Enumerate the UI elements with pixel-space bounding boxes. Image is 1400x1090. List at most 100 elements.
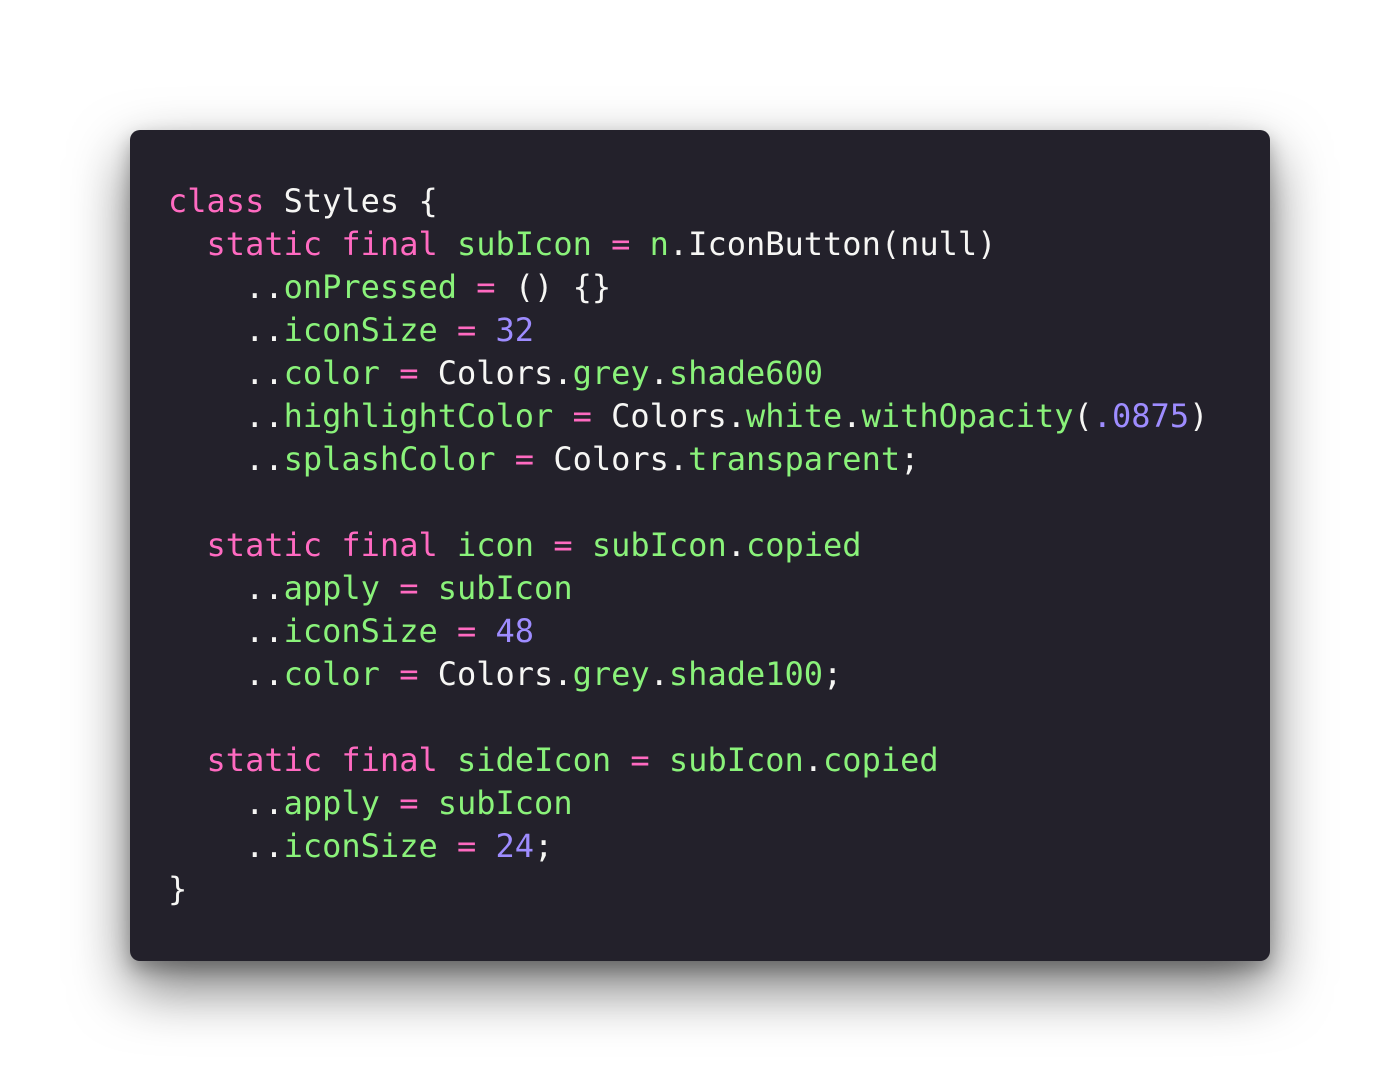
blank-code-line	[168, 481, 1270, 524]
code-token: withOpacity	[861, 397, 1074, 435]
code-token: grey	[572, 354, 650, 392]
code-block: class Styles { static final subIcon = n.…	[168, 180, 1270, 911]
code-token: class	[168, 182, 265, 220]
code-token: .0875	[1092, 397, 1190, 435]
code-token: Colors.	[418, 655, 573, 693]
code-token: ..	[168, 827, 284, 865]
code-token: copied	[823, 741, 939, 779]
code-token: iconSize	[283, 311, 438, 349]
code-line: ..apply = subIcon	[168, 567, 1270, 610]
code-token: sideIcon	[456, 741, 612, 779]
code-line: class Styles {	[168, 180, 1270, 223]
code-token: subIcon	[456, 225, 592, 263]
code-token: static	[206, 741, 323, 779]
code-token: final	[341, 526, 438, 564]
code-line: static final sideIcon = subIcon.copied	[168, 739, 1270, 782]
code-token: =	[399, 354, 419, 392]
code-token: highlightColor	[283, 397, 554, 435]
code-token: =	[456, 827, 477, 865]
code-token: Styles {	[264, 182, 438, 220]
code-line: ..highlightColor = Colors.white.withOpac…	[168, 395, 1270, 438]
code-token: Colors.	[418, 354, 573, 392]
code-snippet-window: class Styles { static final subIcon = n.…	[130, 130, 1270, 961]
code-line: static final subIcon = n.IconButton(null…	[168, 223, 1270, 266]
code-token: final	[341, 741, 438, 779]
code-token: 32	[495, 311, 535, 349]
code-token: shade100	[668, 655, 824, 693]
code-token: ..	[168, 612, 284, 650]
code-token: =	[611, 225, 631, 263]
code-token: =	[630, 741, 650, 779]
code-token: ..	[168, 655, 284, 693]
code-token: white	[745, 397, 843, 435]
code-token: ..	[168, 268, 284, 306]
code-token: Colors.	[534, 440, 689, 478]
code-token: ..	[168, 311, 284, 349]
code-token: subIcon	[668, 741, 804, 779]
code-token: subIcon	[591, 526, 727, 564]
code-token: grey	[572, 655, 650, 693]
code-token: color	[283, 655, 380, 693]
code-token: ..	[168, 440, 284, 478]
code-token: =	[553, 526, 573, 564]
code-token: =	[399, 569, 419, 607]
code-token: iconSize	[283, 827, 438, 865]
code-token: )	[1189, 397, 1209, 435]
code-line: ..iconSize = 24;	[168, 825, 1270, 868]
code-token: .	[726, 526, 746, 564]
code-token: .	[803, 741, 824, 779]
code-token: apply	[283, 569, 380, 607]
code-token: subIcon	[437, 784, 573, 822]
code-line: ..color = Colors.grey.shade100;	[168, 653, 1270, 696]
code-token: =	[456, 311, 477, 349]
code-line: ..iconSize = 32	[168, 309, 1270, 352]
code-token: splashColor	[283, 440, 496, 478]
code-token: Colors.	[591, 397, 746, 435]
code-token: ..	[168, 569, 284, 607]
code-token: .	[842, 397, 862, 435]
code-line: ..apply = subIcon	[168, 782, 1270, 825]
code-token: =	[514, 440, 535, 478]
code-token: }	[168, 870, 188, 908]
code-line: ..iconSize = 48	[168, 610, 1270, 653]
code-token: .	[649, 655, 669, 693]
code-token: () {}	[495, 268, 612, 306]
code-token: =	[399, 784, 419, 822]
code-token: .IconButton(null)	[668, 225, 997, 263]
code-token: copied	[745, 526, 862, 564]
code-token: ..	[168, 354, 284, 392]
code-line: ..color = Colors.grey.shade600	[168, 352, 1270, 395]
code-token: =	[476, 268, 496, 306]
code-token: =	[399, 655, 419, 693]
code-token: shade600	[668, 354, 824, 392]
code-token: iconSize	[283, 612, 438, 650]
code-token: ;	[823, 655, 843, 693]
